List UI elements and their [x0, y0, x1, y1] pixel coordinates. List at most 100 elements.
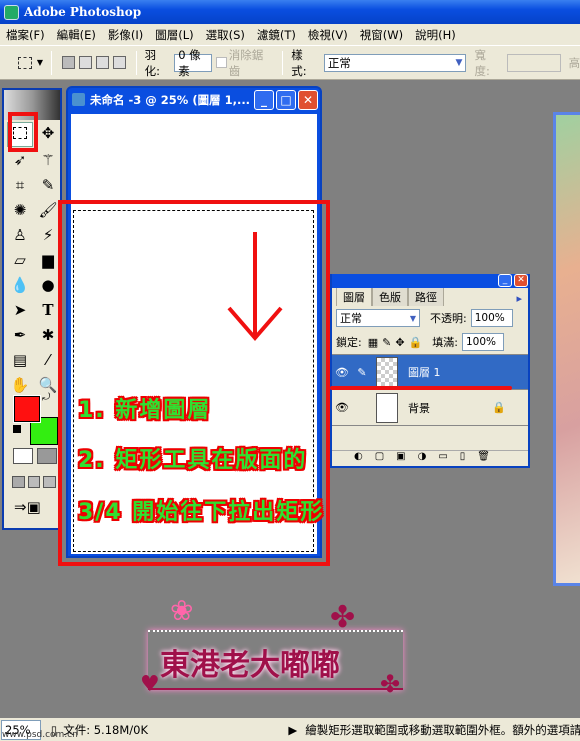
menu-file[interactable]: 檔案(F): [0, 27, 51, 43]
feather-input[interactable]: 0 像素: [174, 48, 212, 78]
layers-panel: _ ✕ 圖層 色版 路徑 ▸ 正常 ▼ 不透明: 100% 鎖定: ▦✎✥🔒 填滿:…: [330, 274, 530, 468]
slice-tool-icon[interactable]: ✎: [35, 174, 61, 197]
layer-name: 背景: [408, 401, 430, 415]
layer-row[interactable]: 👁 背景 🔒: [332, 390, 528, 426]
style-select[interactable]: 正常 ▼: [323, 53, 467, 72]
menu-image[interactable]: 影像(I): [102, 27, 149, 43]
foreground-color-swatch[interactable]: [13, 395, 41, 423]
logo: ❀ ✤ ♥ ✤ 東港老大嘟嘟: [140, 594, 410, 700]
annotation-step-2: 2. 矩形工具在版面的: [78, 448, 308, 473]
photoshop-logo-icon: [4, 4, 19, 20]
notes-tool-icon[interactable]: ▤: [7, 349, 33, 372]
hand-tool-icon[interactable]: ✋: [7, 374, 33, 397]
status-bar: 25% ▯ 文件: 5.18M/0K ▶ 繪製矩形選取範圍或移動選取範圍外框。額…: [0, 718, 580, 741]
tool-preset-icon[interactable]: [18, 56, 32, 69]
annotation-step-1: 1. 新增圖層: [78, 398, 212, 423]
intersect-selection-icon[interactable]: [112, 56, 126, 69]
path-select-icon[interactable]: ➤: [7, 299, 33, 322]
screen-mode-group: [12, 476, 57, 488]
add-selection-icon[interactable]: [78, 56, 92, 69]
minimize-button[interactable]: _: [254, 90, 274, 110]
layer-row[interactable]: 👁 ✎ 圖層 1: [332, 354, 528, 390]
tab-paths[interactable]: 路徑: [408, 287, 444, 306]
default-colors-icon[interactable]: [13, 425, 21, 433]
new-selection-icon[interactable]: [62, 56, 75, 69]
standard-mode-icon[interactable]: [13, 448, 33, 464]
antialias-label: 消除鋸齒: [228, 47, 264, 78]
opacity-label: 不透明:: [430, 312, 467, 325]
healing-brush-icon[interactable]: ✺: [7, 199, 33, 222]
layer-actions-bar[interactable]: ◐▢▣◑▭▯🗑: [332, 450, 528, 466]
eye-icon[interactable]: 👁: [332, 366, 352, 379]
menu-window[interactable]: 視窗(W): [354, 27, 409, 43]
layer-thumbnail: [376, 357, 398, 387]
blur-tool-icon[interactable]: 💧: [7, 274, 33, 297]
style-label: 樣式:: [291, 47, 307, 78]
layer-thumbnail: [376, 392, 398, 423]
tab-channels[interactable]: 色版: [372, 287, 408, 306]
swap-colors-icon[interactable]: ⤾: [42, 392, 50, 403]
move-tool-icon[interactable]: ✥: [35, 122, 61, 147]
eye-icon[interactable]: 👁: [332, 401, 352, 414]
clover-icon: ✤: [380, 670, 401, 698]
lasso-tool-icon[interactable]: ➶: [7, 149, 33, 172]
close-button[interactable]: ✕: [298, 90, 318, 110]
crop-tool-icon[interactable]: ⌗: [7, 174, 33, 197]
pen-tool-icon[interactable]: ✒: [7, 324, 33, 347]
document-title: 未命名 -3 @ 25% (圖層 1,...: [90, 93, 251, 107]
quick-mask-icon[interactable]: [37, 448, 57, 464]
style-value: 正常: [327, 55, 351, 70]
feather-label: 羽化:: [144, 47, 160, 78]
annotation-box: [8, 112, 12, 152]
height-label: 高: [568, 55, 580, 70]
menu-filter[interactable]: 濾鏡(T): [251, 27, 302, 43]
down-arrow-annotation: [227, 232, 283, 342]
chevron-down-icon[interactable]: ▼: [37, 58, 43, 67]
menu-view[interactable]: 檢視(V): [302, 27, 354, 43]
tab-layers[interactable]: 圖層: [336, 287, 372, 306]
chevron-down-icon: ▼: [409, 313, 416, 323]
antialias-checkbox[interactable]: [215, 57, 227, 68]
fill-label: 填滿:: [432, 336, 458, 349]
app-title: Adobe Photoshop: [24, 5, 142, 19]
tool-hint: 繪製矩形選取範圍或移動選取範圍外框。額外的選項請: [305, 722, 580, 737]
chevron-down-icon: ▼: [455, 57, 463, 68]
options-bar: ▼ 羽化: 0 像素 消除鋸齒 樣式: 正常 ▼ 寬度: 高: [0, 46, 580, 80]
panel-menu-icon[interactable]: ▸: [510, 291, 528, 306]
stamp-tool-icon[interactable]: ♙: [7, 224, 33, 247]
magic-wand-icon[interactable]: ⚚: [35, 149, 61, 172]
watermark: www.psd.com.cn: [2, 730, 78, 740]
lock-icon: 🔒: [492, 401, 506, 414]
close-button[interactable]: ✕: [514, 274, 528, 287]
eraser-tool-icon[interactable]: ▱: [7, 249, 33, 272]
annotation-underline: [330, 386, 512, 390]
opacity-input[interactable]: 100%: [470, 309, 513, 327]
screen-mode-standard-icon[interactable]: [12, 476, 25, 488]
width-input[interactable]: [507, 53, 561, 72]
lock-label: 鎖定:: [336, 336, 362, 349]
screen-mode-menubar-icon[interactable]: [27, 476, 41, 488]
menu-select[interactable]: 選取(S): [200, 27, 251, 43]
minimize-button[interactable]: _: [498, 274, 512, 287]
doc-info: 文件: 5.18M/0K: [63, 722, 148, 737]
width-label: 寬度:: [474, 47, 490, 78]
jump-to-imageready-icon[interactable]: ⇒▣: [14, 498, 41, 516]
lock-icons[interactable]: ▦✎✥🔒: [368, 336, 427, 349]
menu-layer[interactable]: 圖層(L): [149, 27, 199, 43]
document-icon: [72, 93, 85, 106]
fill-input[interactable]: 100%: [461, 333, 504, 351]
heart-icon: ♥: [140, 672, 160, 697]
blend-mode-value: 正常: [340, 312, 362, 325]
menu-help[interactable]: 說明(H): [409, 27, 462, 43]
subtract-selection-icon[interactable]: [95, 56, 109, 69]
screen-mode-full-icon[interactable]: [43, 476, 57, 488]
annotation-step-3: 3/4 開始往下拉出矩形: [78, 500, 325, 525]
menu-edit[interactable]: 編輯(E): [51, 27, 102, 43]
menu-bar: 檔案(F) 編輯(E) 影像(I) 圖層(L) 選取(S) 濾鏡(T) 檢視(V…: [0, 24, 580, 46]
play-icon[interactable]: ▶: [288, 723, 297, 737]
maximize-button[interactable]: □: [276, 90, 296, 110]
clover-icon: ✤: [330, 600, 356, 635]
other-document-window[interactable]: [553, 112, 580, 586]
rose-icon: ❀: [170, 594, 194, 627]
blend-mode-select[interactable]: 正常 ▼: [336, 309, 420, 327]
